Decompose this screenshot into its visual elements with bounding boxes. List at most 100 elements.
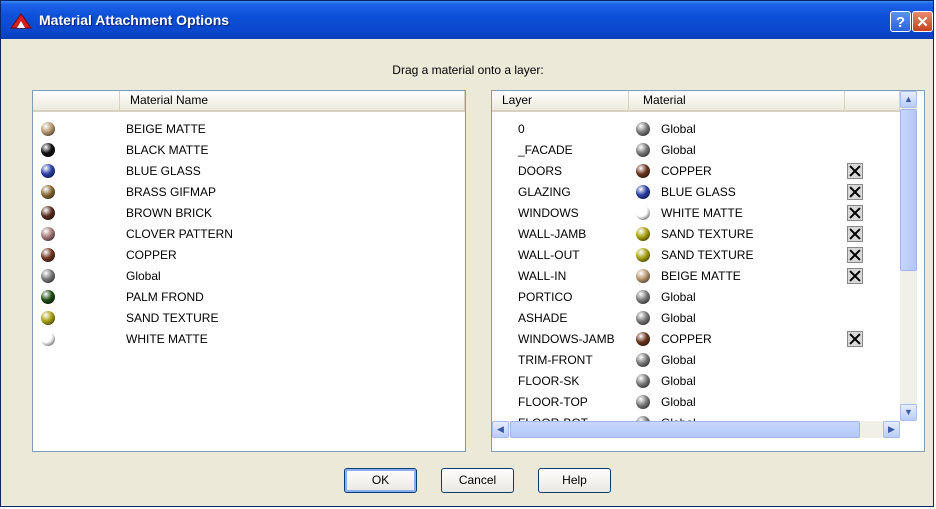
detach-material-icon[interactable] xyxy=(847,205,863,221)
layers-list[interactable]: Layer Material 0 Global _FACADE Global DOORS… xyxy=(491,90,925,452)
layer-material-name: COPPER xyxy=(661,164,712,178)
layer-name: WINDOWS-JAMB xyxy=(518,332,615,346)
material-row[interactable]: SAND TEXTURE xyxy=(33,308,465,329)
scroll-right-button[interactable]: ▶ xyxy=(883,421,900,438)
close-icon: ✕ xyxy=(916,14,929,31)
cancel-button[interactable]: Cancel xyxy=(441,468,514,493)
layer-name: FLOOR-TOP xyxy=(518,395,588,409)
material-swatch-icon xyxy=(636,164,650,178)
layer-material-name: Global xyxy=(661,395,696,409)
material-row[interactable]: PALM FROND xyxy=(33,287,465,308)
layer-name: GLAZING xyxy=(518,185,571,199)
scroll-down-button[interactable]: ▼ xyxy=(900,404,917,421)
layer-name: FLOOR-SK xyxy=(518,374,580,388)
detach-material-icon[interactable] xyxy=(847,163,863,179)
layer-material-name: Global xyxy=(661,290,696,304)
material-swatch-icon xyxy=(636,353,650,367)
layer-name: WINDOWS xyxy=(518,206,579,220)
layer-row[interactable]: WALL-IN BEIGE MATTE xyxy=(492,266,900,287)
material-swatch-icon xyxy=(636,227,650,241)
layer-row[interactable]: WINDOWS WHITE MATTE xyxy=(492,203,900,224)
materials-list[interactable]: Material Name BEIGE MATTE BLACK MATTE BLUE… xyxy=(32,90,466,452)
layer-row[interactable]: WINDOWS-JAMB COPPER xyxy=(492,329,900,350)
layer-material-name: SAND TEXTURE xyxy=(661,227,754,241)
material-attachment-dialog: Material Attachment Options ? ✕ Drag a m… xyxy=(0,0,934,507)
material-swatch-icon xyxy=(41,332,55,346)
material-swatch-icon xyxy=(636,311,650,325)
layer-name: ASHADE xyxy=(518,311,568,325)
layer-row[interactable]: 0 Global xyxy=(492,119,900,140)
material-name: WHITE MATTE xyxy=(126,332,208,346)
material-swatch-icon xyxy=(636,374,650,388)
detach-material-icon[interactable] xyxy=(847,331,863,347)
material-row[interactable]: Global xyxy=(33,266,465,287)
layer-material-name: Global xyxy=(661,311,696,325)
material-row[interactable]: BRASS GIFMAP xyxy=(33,182,465,203)
material-swatch-icon xyxy=(636,122,650,136)
detach-material-icon[interactable] xyxy=(847,247,863,263)
material-name: BLUE GLASS xyxy=(126,164,201,178)
material-column-header[interactable]: Material xyxy=(629,91,845,110)
material-swatch-icon xyxy=(41,311,55,325)
layer-row[interactable]: TRIM-FRONT Global xyxy=(492,350,900,371)
horizontal-scrollbar[interactable]: ◀ ▶ xyxy=(492,421,900,438)
vertical-scrollbar[interactable]: ▲ ▼ xyxy=(900,91,917,421)
material-name: SAND TEXTURE xyxy=(126,311,219,325)
detach-material-icon[interactable] xyxy=(847,184,863,200)
help-button[interactable]: Help xyxy=(538,468,611,493)
layer-row[interactable]: GLAZING BLUE GLASS xyxy=(492,182,900,203)
material-swatch-icon xyxy=(636,290,650,304)
layer-row[interactable]: PORTICO Global xyxy=(492,287,900,308)
layer-name: WALL-IN xyxy=(518,269,567,283)
detach-column-header[interactable] xyxy=(845,91,900,110)
material-swatch-icon xyxy=(636,269,650,283)
material-swatch-icon xyxy=(636,395,650,409)
material-row[interactable]: BROWN BRICK xyxy=(33,203,465,224)
dialog-title: Material Attachment Options xyxy=(39,12,230,28)
material-row[interactable]: BLUE GLASS xyxy=(33,161,465,182)
material-swatch-icon xyxy=(636,143,650,157)
materials-list-header: Material Name xyxy=(33,91,465,112)
ok-button[interactable]: OK xyxy=(344,468,417,493)
material-name-column-header[interactable]: Material Name xyxy=(120,91,465,110)
material-name: BLACK MATTE xyxy=(126,143,209,157)
layer-row[interactable]: DOORS COPPER xyxy=(492,161,900,182)
material-swatch-icon xyxy=(41,122,55,136)
layer-material-name: BLUE GLASS xyxy=(661,185,736,199)
material-name: PALM FROND xyxy=(126,290,204,304)
layer-row[interactable]: FLOOR-TOP Global xyxy=(492,392,900,413)
icon-column-header[interactable] xyxy=(33,91,120,110)
scroll-left-button[interactable]: ◀ xyxy=(492,421,509,438)
material-name: COPPER xyxy=(126,248,177,262)
layer-column-header[interactable]: Layer xyxy=(492,91,629,110)
material-name: CLOVER PATTERN xyxy=(126,227,233,241)
layer-name: TRIM-FRONT xyxy=(518,353,593,367)
layer-row[interactable]: WALL-OUT SAND TEXTURE xyxy=(492,245,900,266)
material-swatch-icon xyxy=(41,185,55,199)
layer-name: _FACADE xyxy=(518,143,573,157)
layer-name: 0 xyxy=(518,122,525,136)
material-row[interactable]: CLOVER PATTERN xyxy=(33,224,465,245)
material-name: BROWN BRICK xyxy=(126,206,213,220)
vertical-scroll-thumb[interactable] xyxy=(900,109,917,271)
close-button[interactable]: ✕ xyxy=(912,11,933,32)
title-bar[interactable]: Material Attachment Options ? ✕ xyxy=(1,1,933,39)
material-row[interactable]: BLACK MATTE xyxy=(33,140,465,161)
autocad-app-icon xyxy=(10,13,32,29)
scroll-up-button[interactable]: ▲ xyxy=(900,91,917,108)
instruction-text: Drag a material onto a layer: xyxy=(392,63,544,77)
layer-row[interactable]: WALL-JAMB SAND TEXTURE xyxy=(492,224,900,245)
layer-row[interactable]: ASHADE Global xyxy=(492,308,900,329)
material-swatch-icon xyxy=(41,269,55,283)
help-title-button[interactable]: ? xyxy=(890,11,911,32)
material-row[interactable]: WHITE MATTE xyxy=(33,329,465,350)
horizontal-scroll-thumb[interactable] xyxy=(510,421,860,438)
material-row[interactable]: COPPER xyxy=(33,245,465,266)
detach-material-icon[interactable] xyxy=(847,226,863,242)
material-row[interactable]: BEIGE MATTE xyxy=(33,119,465,140)
material-name: BRASS GIFMAP xyxy=(126,185,217,199)
layer-row[interactable]: _FACADE Global xyxy=(492,140,900,161)
layer-row[interactable]: FLOOR-SK Global xyxy=(492,371,900,392)
detach-material-icon[interactable] xyxy=(847,268,863,284)
material-swatch-icon xyxy=(41,143,55,157)
